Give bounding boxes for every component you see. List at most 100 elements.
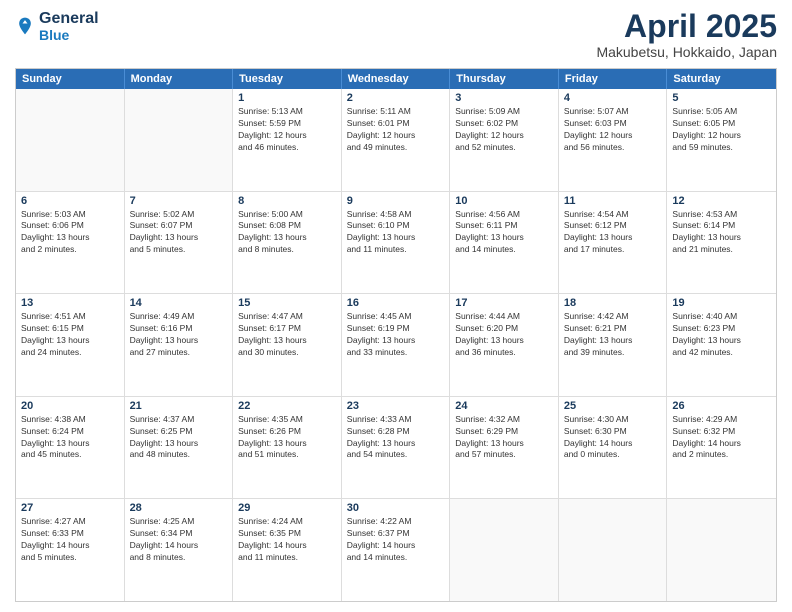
- week-row-2: 6 Sunrise: 5:03 AM Sunset: 6:06 PM Daylig…: [16, 192, 776, 295]
- day-info: Sunrise: 5:13 AM Sunset: 5:59 PM Dayligh…: [238, 106, 336, 154]
- day-cell: 18 Sunrise: 4:42 AM Sunset: 6:21 PM Dayli…: [559, 294, 668, 396]
- day-cell: 2Sunrise: 5:11 AM Sunset: 6:01 PM Daylig…: [342, 89, 451, 191]
- day-cell: 4Sunrise: 5:07 AM Sunset: 6:03 PM Daylig…: [559, 89, 668, 191]
- day-number: 26: [672, 400, 771, 412]
- week-row-1: 1 Sunrise: 5:13 AM Sunset: 5:59 PM Daylig…: [16, 89, 776, 192]
- calendar: SundayMondayTuesdayWednesdayThursdayFrid…: [15, 68, 777, 602]
- day-number: 6: [21, 195, 119, 207]
- day-number: 13: [21, 297, 119, 309]
- day-number: 18: [564, 297, 662, 309]
- day-cell: [559, 499, 668, 601]
- day-cell: 10Sunrise: 4:56 AM Sunset: 6:11 PM Dayli…: [450, 192, 559, 294]
- day-number: 28: [130, 502, 228, 514]
- calendar-body: 1 Sunrise: 5:13 AM Sunset: 5:59 PM Daylig…: [16, 89, 776, 601]
- day-cell: 30 Sunrise: 4:22 AM Sunset: 6:37 PM Dayli…: [342, 499, 451, 601]
- day-cell: 7 Sunrise: 5:02 AM Sunset: 6:07 PM Daylig…: [125, 192, 234, 294]
- day-number: 23: [347, 400, 445, 412]
- day-number: 27: [21, 502, 119, 514]
- day-info: Sunrise: 4:53 AM Sunset: 6:14 PM Dayligh…: [672, 209, 771, 257]
- day-cell: 6 Sunrise: 5:03 AM Sunset: 6:06 PM Daylig…: [16, 192, 125, 294]
- day-number: 3: [455, 92, 553, 104]
- day-cell: 19 Sunrise: 4:40 AM Sunset: 6:23 PM Dayli…: [667, 294, 776, 396]
- day-number: 25: [564, 400, 662, 412]
- month-title: April 2025: [596, 10, 777, 42]
- week-row-3: 13 Sunrise: 4:51 AM Sunset: 6:15 PM Dayli…: [16, 294, 776, 397]
- day-info: Sunrise: 4:24 AM Sunset: 6:35 PM Dayligh…: [238, 516, 336, 564]
- day-info: Sunrise: 4:56 AM Sunset: 6:11 PM Dayligh…: [455, 209, 553, 257]
- logo-text: General Blue: [39, 10, 99, 43]
- day-cell: 15 Sunrise: 4:47 AM Sunset: 6:17 PM Dayli…: [233, 294, 342, 396]
- day-header-wednesday: Wednesday: [342, 69, 451, 89]
- day-info: Sunrise: 4:58 AM Sunset: 6:10 PM Dayligh…: [347, 209, 445, 257]
- day-cell: 23 Sunrise: 4:33 AM Sunset: 6:28 PM Dayli…: [342, 397, 451, 499]
- day-info: Sunrise: 5:00 AM Sunset: 6:08 PM Dayligh…: [238, 209, 336, 257]
- day-cell: 25 Sunrise: 4:30 AM Sunset: 6:30 PM Dayli…: [559, 397, 668, 499]
- day-info: Sunrise: 5:05 AM Sunset: 6:05 PM Dayligh…: [672, 106, 771, 154]
- day-header-friday: Friday: [559, 69, 668, 89]
- day-info: Sunrise: 4:33 AM Sunset: 6:28 PM Dayligh…: [347, 414, 445, 462]
- day-info: Sunrise: 4:32 AM Sunset: 6:29 PM Dayligh…: [455, 414, 553, 462]
- calendar-page: General Blue April 2025 Makubetsu, Hokka…: [0, 0, 792, 612]
- day-header-tuesday: Tuesday: [233, 69, 342, 89]
- day-number: 8: [238, 195, 336, 207]
- day-info: Sunrise: 4:37 AM Sunset: 6:25 PM Dayligh…: [130, 414, 228, 462]
- day-number: 30: [347, 502, 445, 514]
- day-info: Sunrise: 4:27 AM Sunset: 6:33 PM Dayligh…: [21, 516, 119, 564]
- day-number: 15: [238, 297, 336, 309]
- day-info: Sunrise: 4:54 AM Sunset: 6:12 PM Dayligh…: [564, 209, 662, 257]
- day-number: 12: [672, 195, 771, 207]
- week-row-5: 27 Sunrise: 4:27 AM Sunset: 6:33 PM Dayli…: [16, 499, 776, 601]
- day-info: Sunrise: 4:42 AM Sunset: 6:21 PM Dayligh…: [564, 311, 662, 359]
- day-info: Sunrise: 4:25 AM Sunset: 6:34 PM Dayligh…: [130, 516, 228, 564]
- header: General Blue April 2025 Makubetsu, Hokka…: [15, 10, 777, 60]
- day-info: Sunrise: 4:29 AM Sunset: 6:32 PM Dayligh…: [672, 414, 771, 462]
- day-info: Sunrise: 5:09 AM Sunset: 6:02 PM Dayligh…: [455, 106, 553, 154]
- day-info: Sunrise: 4:51 AM Sunset: 6:15 PM Dayligh…: [21, 311, 119, 359]
- day-cell: 29 Sunrise: 4:24 AM Sunset: 6:35 PM Dayli…: [233, 499, 342, 601]
- day-info: Sunrise: 4:22 AM Sunset: 6:37 PM Dayligh…: [347, 516, 445, 564]
- day-number: 14: [130, 297, 228, 309]
- day-number: 16: [347, 297, 445, 309]
- day-header-monday: Monday: [125, 69, 234, 89]
- day-cell: [667, 499, 776, 601]
- day-info: Sunrise: 5:11 AM Sunset: 6:01 PM Dayligh…: [347, 106, 445, 154]
- day-info: Sunrise: 4:38 AM Sunset: 6:24 PM Dayligh…: [21, 414, 119, 462]
- day-cell: 1 Sunrise: 5:13 AM Sunset: 5:59 PM Daylig…: [233, 89, 342, 191]
- day-cell: 9 Sunrise: 4:58 AM Sunset: 6:10 PM Daylig…: [342, 192, 451, 294]
- day-cell: 20Sunrise: 4:38 AM Sunset: 6:24 PM Dayli…: [16, 397, 125, 499]
- day-number: 1: [238, 92, 336, 104]
- day-number: 9: [347, 195, 445, 207]
- day-number: 21: [130, 400, 228, 412]
- day-number: 11: [564, 195, 662, 207]
- day-info: Sunrise: 5:03 AM Sunset: 6:06 PM Dayligh…: [21, 209, 119, 257]
- day-info: Sunrise: 5:07 AM Sunset: 6:03 PM Dayligh…: [564, 106, 662, 154]
- day-cell: 13 Sunrise: 4:51 AM Sunset: 6:15 PM Dayli…: [16, 294, 125, 396]
- day-cell: 21 Sunrise: 4:37 AM Sunset: 6:25 PM Dayli…: [125, 397, 234, 499]
- day-cell: 11 Sunrise: 4:54 AM Sunset: 6:12 PM Dayli…: [559, 192, 668, 294]
- day-number: 22: [238, 400, 336, 412]
- day-cell: 28 Sunrise: 4:25 AM Sunset: 6:34 PM Dayli…: [125, 499, 234, 601]
- day-info: Sunrise: 5:02 AM Sunset: 6:07 PM Dayligh…: [130, 209, 228, 257]
- week-row-4: 20Sunrise: 4:38 AM Sunset: 6:24 PM Dayli…: [16, 397, 776, 500]
- day-cell: 26 Sunrise: 4:29 AM Sunset: 6:32 PM Dayli…: [667, 397, 776, 499]
- day-info: Sunrise: 4:44 AM Sunset: 6:20 PM Dayligh…: [455, 311, 553, 359]
- day-number: 19: [672, 297, 771, 309]
- day-header-thursday: Thursday: [450, 69, 559, 89]
- day-number: 7: [130, 195, 228, 207]
- logo-icon: [15, 16, 35, 36]
- day-cell: [450, 499, 559, 601]
- day-cell: 12 Sunrise: 4:53 AM Sunset: 6:14 PM Dayli…: [667, 192, 776, 294]
- day-number: 29: [238, 502, 336, 514]
- day-cell: [16, 89, 125, 191]
- day-info: Sunrise: 4:30 AM Sunset: 6:30 PM Dayligh…: [564, 414, 662, 462]
- day-cell: 14Sunrise: 4:49 AM Sunset: 6:16 PM Dayli…: [125, 294, 234, 396]
- day-cell: 3 Sunrise: 5:09 AM Sunset: 6:02 PM Daylig…: [450, 89, 559, 191]
- day-cell: 16Sunrise: 4:45 AM Sunset: 6:19 PM Dayli…: [342, 294, 451, 396]
- title-block: April 2025 Makubetsu, Hokkaido, Japan: [596, 10, 777, 60]
- day-cell: [125, 89, 234, 191]
- location-subtitle: Makubetsu, Hokkaido, Japan: [596, 44, 777, 60]
- day-cell: 22Sunrise: 4:35 AM Sunset: 6:26 PM Dayli…: [233, 397, 342, 499]
- day-info: Sunrise: 4:47 AM Sunset: 6:17 PM Dayligh…: [238, 311, 336, 359]
- logo: General Blue: [15, 10, 99, 43]
- day-info: Sunrise: 4:40 AM Sunset: 6:23 PM Dayligh…: [672, 311, 771, 359]
